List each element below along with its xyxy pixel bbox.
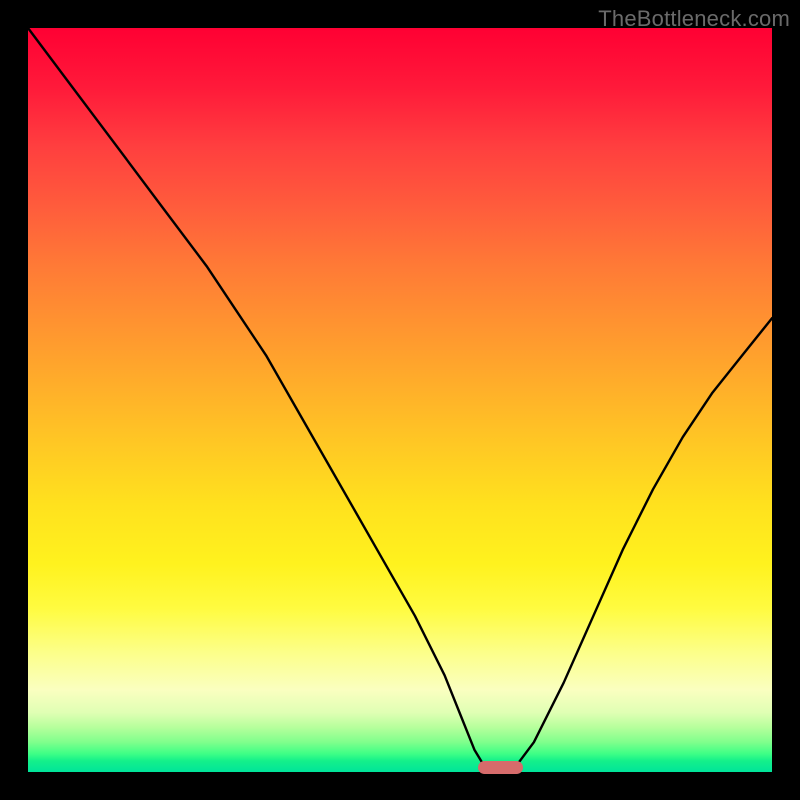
optimal-marker: [478, 761, 523, 774]
watermark-text: TheBottleneck.com: [598, 6, 790, 32]
chart-plot-area: [28, 28, 772, 772]
bottleneck-curve: [28, 28, 772, 772]
chart-frame: TheBottleneck.com: [0, 0, 800, 800]
